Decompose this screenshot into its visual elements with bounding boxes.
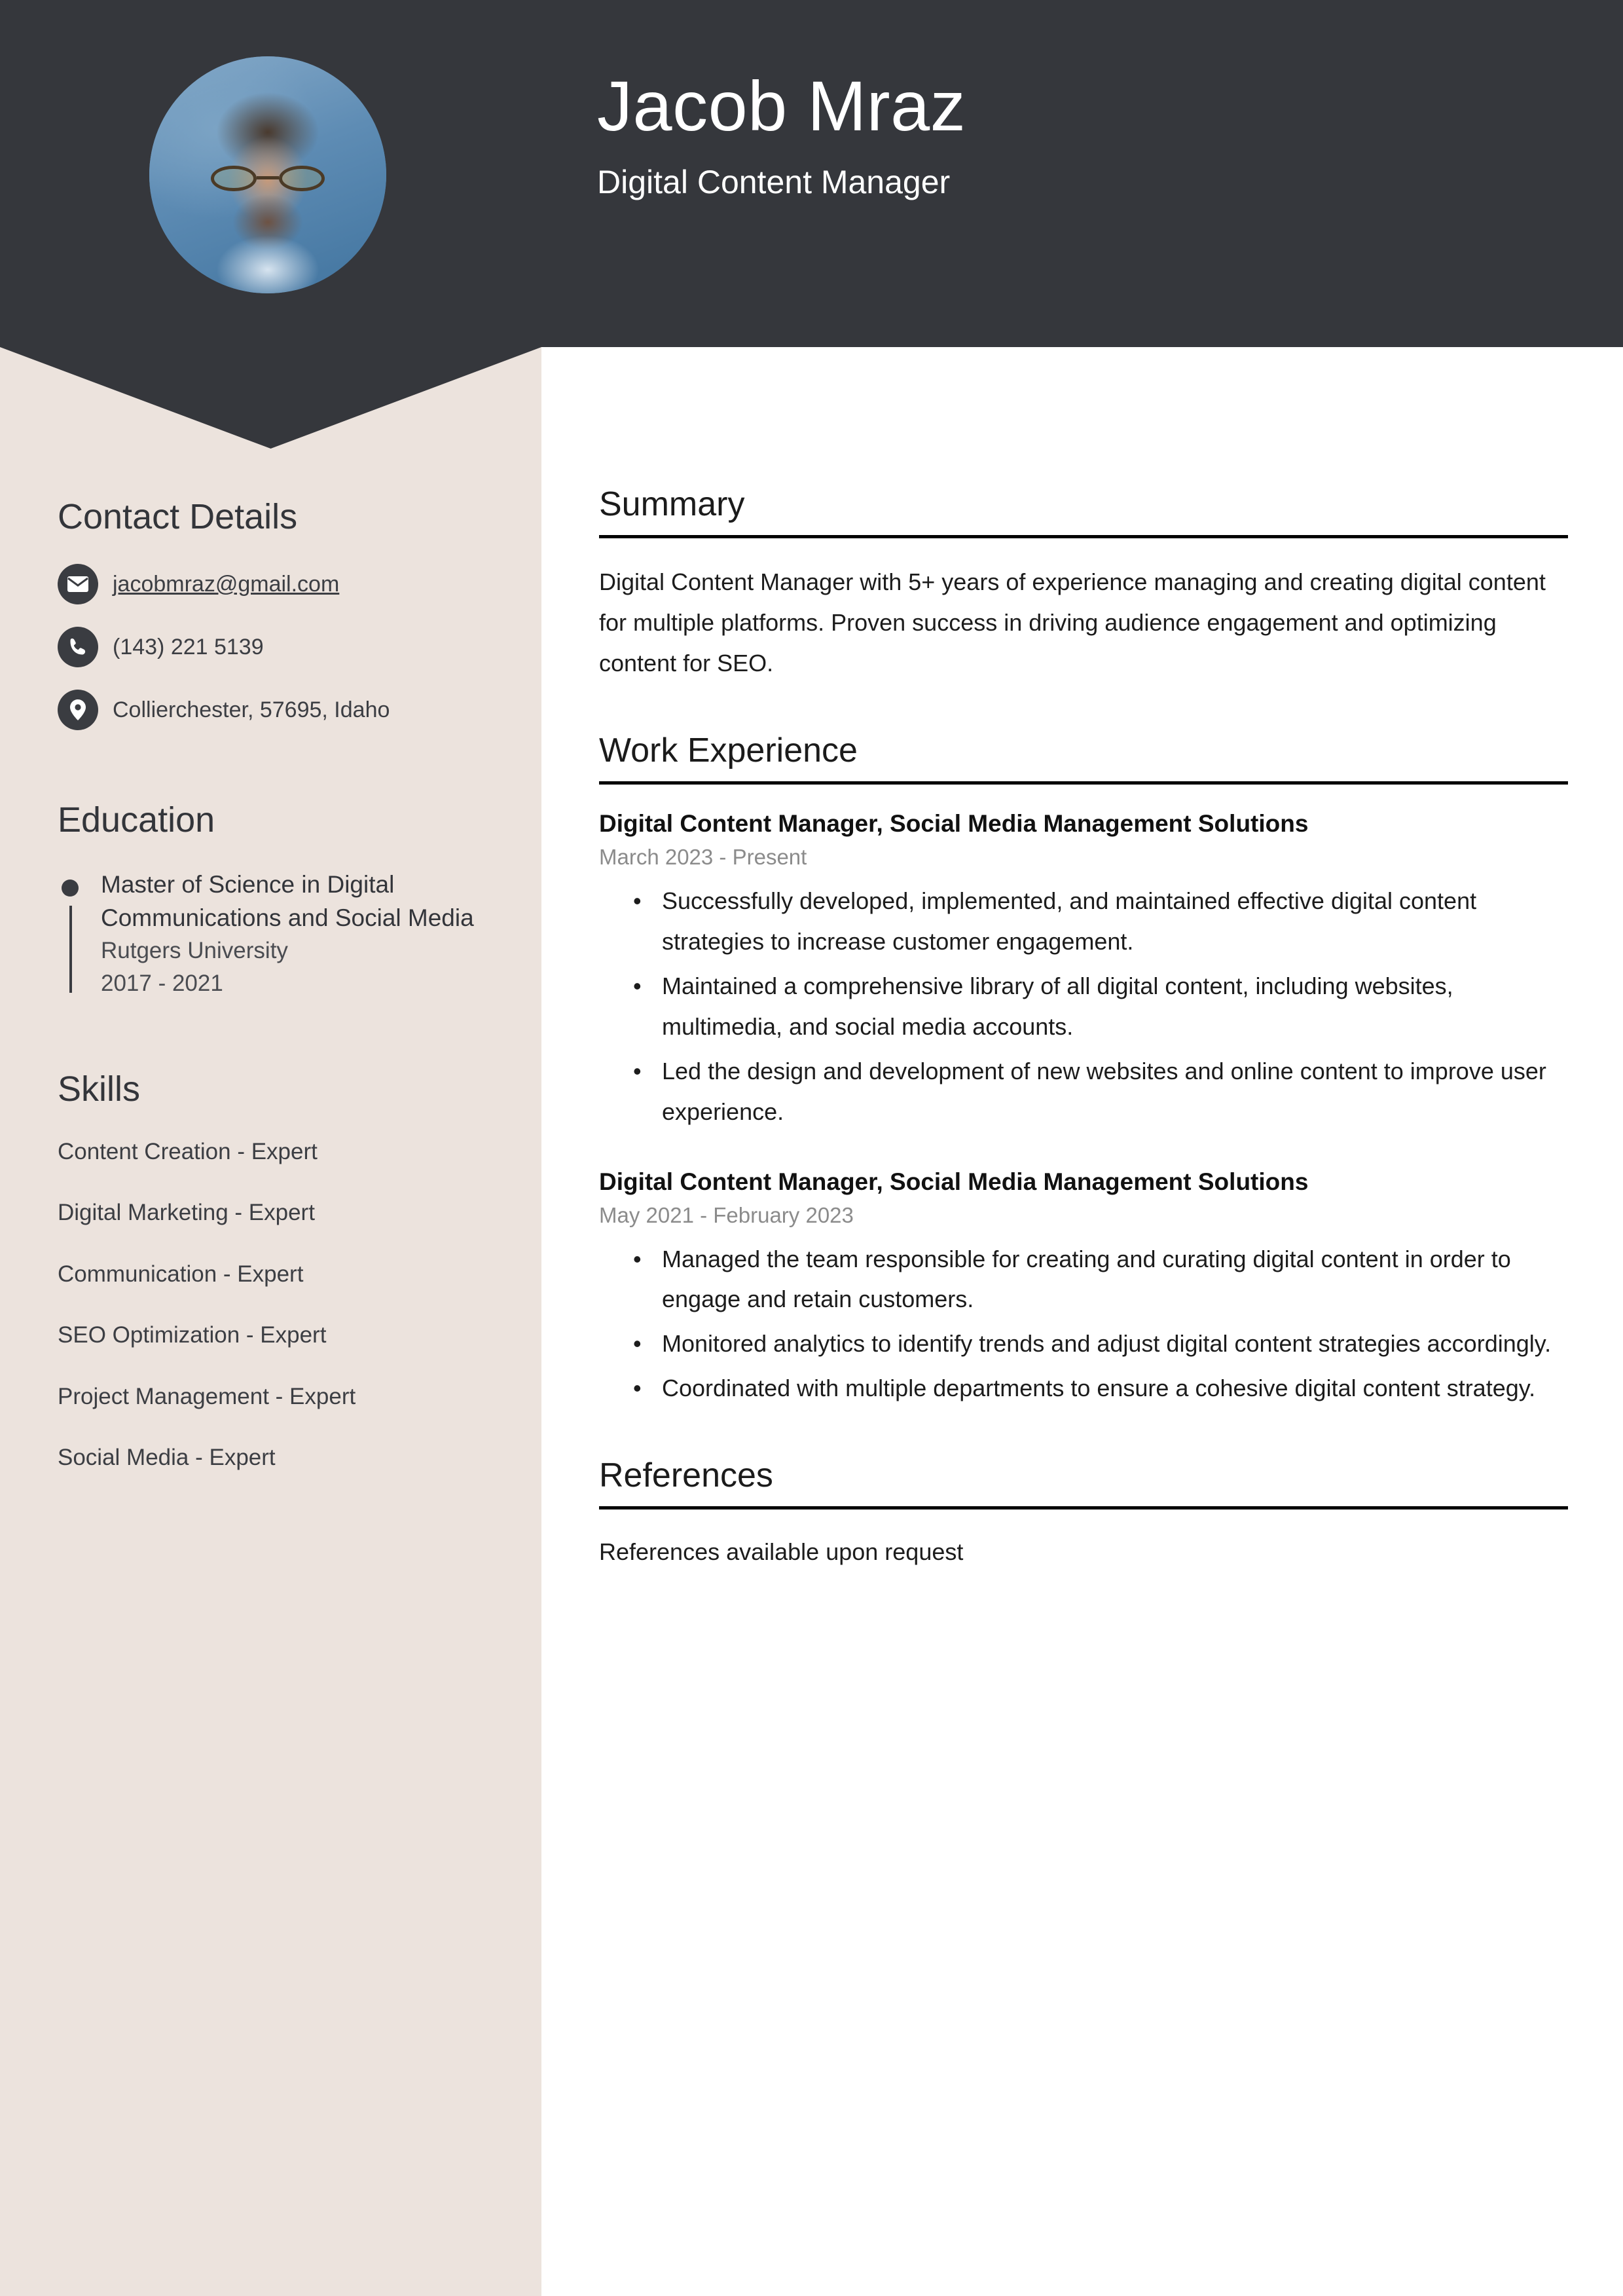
envelope-icon bbox=[58, 564, 98, 605]
list-item: Monitored analytics to identify trends a… bbox=[633, 1324, 1568, 1364]
list-item: Social Media - Expert bbox=[58, 1445, 276, 1471]
list-item: SEO Optimization - Expert bbox=[58, 1322, 327, 1348]
list-item: Maintained a comprehensive library of al… bbox=[633, 966, 1568, 1047]
location-pin-icon bbox=[58, 690, 98, 731]
job-bullet-list: Managed the team responsible for creatin… bbox=[599, 1239, 1568, 1409]
contact-item-location: Collierchester, 57695, Idaho bbox=[58, 690, 503, 731]
job-dates: March 2023 - Present bbox=[599, 845, 807, 870]
list-item: Project Management - Expert bbox=[58, 1383, 356, 1409]
list-item: Successfully developed, implemented, and… bbox=[633, 881, 1568, 962]
skills-heading: Skills bbox=[58, 1069, 141, 1109]
job-dates: May 2021 - February 2023 bbox=[599, 1202, 854, 1227]
contact-location-text: Collierchester, 57695, Idaho bbox=[113, 697, 390, 723]
list-item: Communication - Expert bbox=[58, 1261, 304, 1287]
education-list: Master of Science in Digital Communicati… bbox=[58, 868, 503, 999]
list-item: Led the design and development of new we… bbox=[633, 1051, 1568, 1132]
list-item: Coordinated with multiple departments to… bbox=[633, 1368, 1568, 1409]
avatar bbox=[149, 56, 386, 293]
list-item: Managed the team responsible for creatin… bbox=[633, 1239, 1568, 1320]
references-heading: References bbox=[599, 1456, 773, 1495]
bullet-dot-icon bbox=[62, 879, 79, 897]
summary-heading: Summary bbox=[599, 485, 745, 523]
contact-item-phone[interactable]: (143) 221 5139 bbox=[58, 627, 503, 668]
timeline-line bbox=[69, 905, 72, 993]
contact-item-email[interactable]: jacobmraz@gmail.com bbox=[58, 564, 503, 605]
education-school: Rutgers University bbox=[101, 937, 288, 963]
education-dates: 2017 - 2021 bbox=[101, 970, 223, 996]
work-experience-section: Work Experience Digital Content Manager,… bbox=[599, 731, 1568, 1409]
job-role: Digital Content Manager, Social Media Ma… bbox=[599, 1168, 1309, 1195]
contact-phone-text: (143) 221 5139 bbox=[113, 635, 264, 660]
main-column: Summary Digital Content Manager with 5+ … bbox=[599, 485, 1568, 1620]
resume-page: Jacob Mraz Digital Content Manager Conta… bbox=[0, 0, 1623, 2296]
education-heading: Education bbox=[58, 800, 215, 840]
contact-email-text[interactable]: jacobmraz@gmail.com bbox=[113, 570, 339, 599]
sidebar-content: Contact Details jacobmraz@gmail.com (143… bbox=[58, 497, 503, 1504]
skills-list: Content Creation - Expert Digital Market… bbox=[58, 1137, 503, 1473]
phone-icon bbox=[58, 627, 98, 668]
job-bullet-list: Successfully developed, implemented, and… bbox=[599, 881, 1568, 1132]
education-item: Master of Science in Digital Communicati… bbox=[58, 868, 503, 999]
section-divider bbox=[599, 1506, 1568, 1510]
header-text-block: Jacob Mraz Digital Content Manager bbox=[597, 69, 1514, 202]
job-entry: Digital Content Manager, Social Media Ma… bbox=[599, 808, 1568, 1132]
summary-text: Digital Content Manager with 5+ years of… bbox=[599, 568, 1546, 676]
job-role: Digital Content Manager, Social Media Ma… bbox=[599, 810, 1309, 838]
references-section: References References available upon req… bbox=[599, 1456, 1568, 1571]
section-divider bbox=[599, 781, 1568, 785]
summary-section: Summary Digital Content Manager with 5+ … bbox=[599, 485, 1568, 684]
contact-details-heading: Contact Details bbox=[58, 497, 298, 536]
references-text: References available upon request bbox=[599, 1538, 964, 1566]
page-title: Jacob Mraz bbox=[597, 66, 966, 145]
glasses-icon bbox=[211, 165, 325, 192]
work-experience-heading: Work Experience bbox=[599, 731, 858, 769]
education-degree: Master of Science in Digital Communicati… bbox=[101, 870, 474, 931]
header-job-title: Digital Content Manager bbox=[597, 164, 951, 201]
section-divider bbox=[599, 535, 1568, 539]
contact-list: jacobmraz@gmail.com (143) 221 5139 Colli… bbox=[58, 564, 503, 731]
job-entry: Digital Content Manager, Social Media Ma… bbox=[599, 1166, 1568, 1409]
list-item: Content Creation - Expert bbox=[58, 1138, 318, 1164]
list-item: Digital Marketing - Expert bbox=[58, 1200, 315, 1226]
